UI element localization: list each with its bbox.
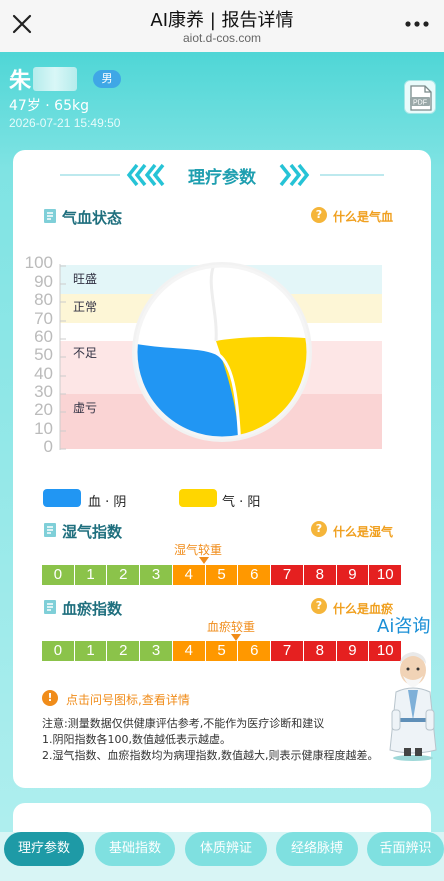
- legend-label-yang: 气 · 阳: [222, 495, 261, 510]
- more-icon[interactable]: [404, 14, 430, 34]
- tab-tizhi[interactable]: 体质辨证: [185, 832, 267, 866]
- svg-text:PDF: PDF: [413, 100, 427, 107]
- note-text: 注意:测量数据仅供健康评估参考,不能作为医疗诊断和建议 1.阴阳指数各100,数…: [42, 716, 379, 764]
- ai-assistant-avatar[interactable]: [386, 640, 440, 762]
- tab-shemian[interactable]: 舌面辨识: [367, 832, 444, 866]
- scale-cell: 7: [271, 565, 304, 585]
- band-label-wangsheng: 旺盛: [73, 272, 98, 286]
- y-tick: 0: [43, 437, 53, 456]
- scale-cell: 2: [107, 565, 141, 585]
- scale-cell: 5: [205, 565, 239, 585]
- bottom-tab-bar: 理疗参数 基础指数 体质辨证 经络脉搏 舌面辨识: [0, 832, 444, 881]
- y-tick: 100: [24, 253, 53, 272]
- shiqi-marker-pointer: [199, 557, 209, 564]
- y-tick: 70: [34, 309, 53, 328]
- document-icon: [44, 600, 56, 614]
- scale-cell: 6: [238, 641, 272, 661]
- legend-swatch-yin: [43, 489, 81, 507]
- y-tick: 90: [34, 272, 53, 291]
- scale-cell: 8: [303, 641, 337, 661]
- scale-cell: 1: [74, 641, 108, 661]
- y-axis: [59, 264, 66, 450]
- help-icon[interactable]: ?: [311, 598, 327, 614]
- qixue-help-link[interactable]: 什么是气血: [333, 208, 393, 225]
- gender-badge: 男: [93, 70, 121, 88]
- page-url: aiot.d-cos.com: [182, 31, 262, 45]
- xueyu-marker-pointer: [231, 634, 241, 641]
- scale-cell: 3: [140, 565, 173, 585]
- info-icon: !: [42, 690, 58, 706]
- y-tick: 30: [34, 382, 53, 401]
- help-icon[interactable]: ?: [311, 521, 327, 537]
- shiqi-scale: 0 1 2 3 4 5 6 7 8 9 10: [42, 565, 402, 585]
- y-tick: 20: [34, 400, 53, 419]
- legend-label-yin: 血 · 阴: [88, 495, 127, 510]
- scale-cell: 6: [238, 565, 272, 585]
- tab-liliao[interactable]: 理疗参数: [4, 832, 84, 866]
- name-mask: [33, 67, 77, 91]
- shiqi-title: 湿气指数: [62, 523, 123, 541]
- band-label-zhengchang: 正常: [73, 300, 98, 314]
- pdf-button[interactable]: PDF: [404, 80, 436, 114]
- y-tick: 50: [34, 345, 53, 364]
- report-time: 2026-07-21 15:49:50: [9, 116, 121, 130]
- note-line: 2.湿气指数、血瘀指数均为病理指数,数值越大,则表示健康程度越差。: [42, 749, 379, 762]
- tab-jingluo[interactable]: 经络脉搏: [276, 832, 358, 866]
- section-title: 理疗参数: [188, 168, 256, 188]
- qixue-yinyang-graphic: [132, 262, 312, 442]
- browser-topbar: AI康养 | 报告详情 aiot.d-cos.com: [0, 0, 444, 52]
- help-icon[interactable]: ?: [311, 207, 327, 223]
- scale-cell: 9: [336, 641, 370, 661]
- scale-cell: 10: [369, 565, 402, 585]
- shiqi-help-link[interactable]: 什么是湿气: [333, 523, 393, 540]
- y-tick: 60: [34, 327, 53, 346]
- y-tick: 40: [34, 364, 53, 383]
- band-label-buzu: 不足: [73, 346, 98, 360]
- note-line: 1.阴阳指数各100,数值越低表示越虚。: [42, 733, 231, 746]
- scale-cell: 0: [42, 641, 75, 661]
- note-line: 注意:测量数据仅供健康评估参考,不能作为医疗诊断和建议: [42, 717, 325, 730]
- scale-cell: 2: [107, 641, 141, 661]
- page-title: AI康养 | 报告详情: [150, 10, 294, 31]
- document-icon: [44, 523, 56, 537]
- scale-cell: 3: [140, 641, 173, 661]
- scale-cell: 7: [271, 641, 304, 661]
- xueyu-marker-label: 血瘀较重: [207, 620, 256, 634]
- pdf-icon: PDF: [410, 85, 432, 111]
- qixue-title: 气血状态: [62, 209, 123, 227]
- scale-cell: 0: [42, 565, 75, 585]
- ai-consult-label[interactable]: Ai咨询: [377, 612, 430, 638]
- xueyu-title: 血瘀指数: [62, 600, 123, 618]
- note-title: 点击问号图标,查看详情: [66, 693, 190, 707]
- scale-cell: 8: [303, 565, 337, 585]
- y-tick: 80: [34, 290, 53, 309]
- scale-cell: 5: [205, 641, 239, 661]
- scale-cell: 4: [172, 565, 206, 585]
- scale-cell: 4: [172, 641, 206, 661]
- user-name: 朱: [9, 69, 32, 94]
- tab-jichu[interactable]: 基础指数: [95, 832, 175, 866]
- user-info: 47岁 · 65kg: [9, 98, 89, 114]
- scale-cell: 9: [336, 565, 370, 585]
- y-tick: 10: [34, 419, 53, 438]
- document-icon: [44, 209, 56, 223]
- scale-cell: 1: [74, 565, 108, 585]
- xueyu-scale: 0 1 2 3 4 5 6 7 8 9 10: [42, 641, 402, 661]
- band-label-xukui: 虚亏: [73, 401, 98, 415]
- legend-swatch-yang: [179, 489, 217, 507]
- shiqi-marker-label: 湿气较重: [174, 543, 223, 557]
